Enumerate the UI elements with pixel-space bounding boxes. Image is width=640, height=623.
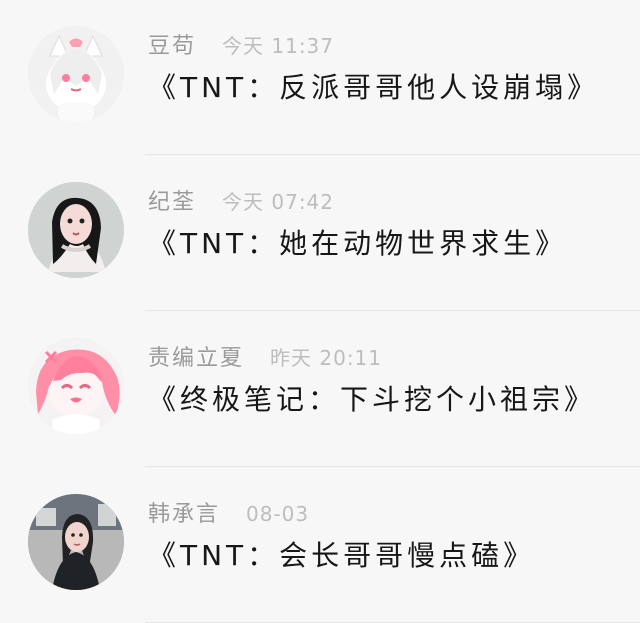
message-header: 纪荃 今天 07:42	[148, 184, 334, 216]
message-row[interactable]: 纪荃 今天 07:42 《TNT：她在动物世界求生》	[0, 156, 640, 311]
message-preview: 《TNT：她在动物世界求生》	[148, 227, 568, 260]
pink-hair-anime-avatar-icon[interactable]	[28, 338, 124, 434]
cat-girl-avatar-icon[interactable]	[28, 26, 124, 122]
message-list: 豆苟 今天 11:37 《TNT：反派哥哥他人设崩塌》 纪荃 今天 07:42 …	[0, 0, 640, 623]
message-header: 责编立夏 昨天 20:11	[148, 340, 382, 372]
message-row[interactable]: 责编立夏 昨天 20:11 《终极笔记：下斗挖个小祖宗》	[0, 312, 640, 467]
message-preview: 《TNT：反派哥哥他人设崩塌》	[148, 71, 600, 104]
message-row[interactable]: 韩承言 08-03 《TNT：会长哥哥慢点磕》	[0, 468, 640, 623]
street-portrait-avatar-icon[interactable]	[28, 494, 124, 590]
sender-name: 韩承言	[148, 502, 221, 527]
message-time: 今天 07:42	[222, 190, 335, 214]
woman-portrait-avatar-icon[interactable]	[28, 182, 124, 278]
message-header: 豆苟 今天 11:37	[148, 28, 334, 60]
message-row[interactable]: 豆苟 今天 11:37 《TNT：反派哥哥他人设崩塌》	[0, 0, 640, 155]
sender-name: 纪荃	[148, 190, 197, 215]
message-header: 韩承言 08-03	[148, 496, 309, 528]
message-time: 昨天 20:11	[270, 346, 383, 370]
sender-name: 豆苟	[148, 34, 197, 59]
message-time: 08-03	[246, 502, 310, 526]
sender-name: 责编立夏	[148, 346, 245, 371]
message-preview: 《终极笔记：下斗挖个小祖宗》	[148, 383, 597, 416]
message-preview: 《TNT：会长哥哥慢点磕》	[148, 539, 536, 572]
message-time: 今天 11:37	[222, 34, 335, 58]
